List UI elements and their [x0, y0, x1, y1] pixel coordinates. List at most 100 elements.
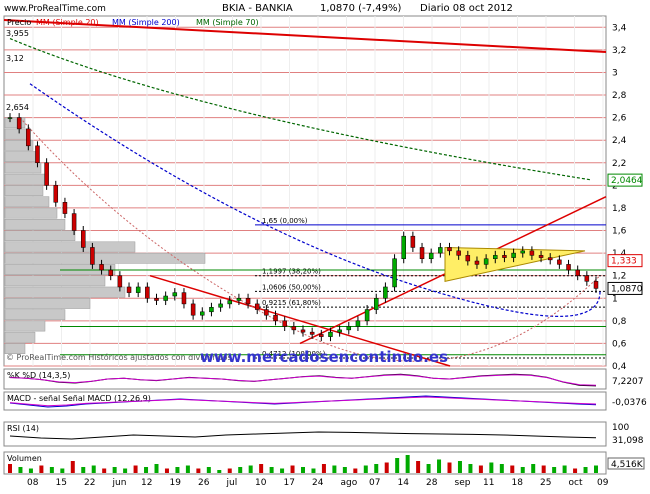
candle-body — [62, 202, 68, 214]
volume-bar — [489, 462, 494, 473]
volume-profile-bar — [4, 230, 76, 242]
volume-bar — [395, 458, 400, 473]
ticker-period: Diario 08 oct 2012 — [420, 3, 513, 14]
candle-body — [557, 259, 562, 265]
candle-body — [456, 250, 461, 256]
price-tag-label: 1,333 — [611, 257, 637, 267]
chart-screenshot: 1,65 (0,00%) 1,1997 (38,20%) 1,0606 (50,00… — [0, 0, 650, 490]
candle-body — [35, 145, 40, 164]
y-tick-label: 2,8 — [612, 91, 627, 101]
candle-body — [447, 247, 452, 252]
candle-body — [16, 117, 22, 130]
fib-label: 1,0606 (50,00%) — [262, 283, 321, 291]
ticker-price: 1,0870 (-7,49%) — [320, 3, 401, 14]
volume-bar — [562, 465, 567, 473]
candle-body — [254, 303, 260, 310]
candle-body — [346, 326, 352, 331]
volume-profile-bar — [4, 207, 58, 219]
volume-bar — [8, 464, 12, 473]
y-tick-label: 1,6 — [612, 227, 627, 237]
volume-value: 4,516K — [611, 460, 644, 470]
x-tick-label: 28 — [426, 478, 438, 488]
x-tick-label: 17 — [284, 478, 295, 488]
candle-body — [374, 298, 379, 310]
candle-body — [53, 185, 59, 203]
candle-body — [538, 255, 544, 258]
x-tick-label: 22 — [84, 478, 95, 488]
volume-bar — [447, 462, 452, 473]
price-panel — [3, 15, 607, 367]
candle-body — [7, 117, 13, 119]
ticker-title: BKIA - BANKIA — [222, 3, 293, 14]
y-tick-label: 3 — [612, 68, 618, 78]
candle-body — [493, 255, 498, 259]
price-tag-label: 1,0870 — [611, 284, 643, 294]
y-tick-label: 2,6 — [612, 114, 627, 124]
volume-profile-bar — [4, 151, 40, 163]
x-tick-label: 07 — [369, 478, 380, 488]
volume-profile-bar — [4, 117, 26, 129]
candle-body — [26, 128, 31, 147]
volume-profile-bar — [4, 241, 136, 253]
volume-bar — [374, 464, 379, 473]
candle-body — [218, 303, 223, 308]
y-tick-label: 2,4 — [612, 136, 627, 146]
price-tag-label: 2,0464 — [611, 176, 643, 186]
candle-body — [319, 334, 324, 337]
volume-profile-bar — [4, 286, 126, 298]
x-tick-label: 11 — [483, 478, 494, 488]
candle-body — [145, 286, 150, 299]
volume-bar — [39, 465, 44, 473]
volume-bar — [112, 467, 117, 473]
volume-bar — [185, 465, 190, 473]
x-tick-label: sep — [455, 478, 471, 488]
candle-body — [108, 269, 113, 276]
candle-body — [337, 329, 342, 333]
volume-bar — [342, 467, 347, 473]
candle-body — [291, 326, 297, 331]
volume-profile-bar — [4, 185, 44, 196]
volume-bar — [133, 465, 138, 473]
volume-profile-bar — [4, 162, 42, 174]
volume-bar — [196, 468, 201, 473]
legend-mm20: MM (Simple 20) — [36, 18, 99, 27]
candle-body — [438, 247, 443, 254]
volume-bar — [384, 462, 389, 473]
candle-body — [126, 286, 132, 293]
candle-body — [474, 260, 480, 265]
x-tick-label: 25 — [540, 478, 551, 488]
annotation-level-2654: 2,654 — [6, 103, 29, 112]
volume-profile-bar — [4, 320, 46, 332]
volume-bar — [321, 464, 326, 473]
x-tick-label: jul — [226, 478, 238, 488]
x-tick-label: 26 — [198, 478, 210, 488]
candle-body — [44, 162, 49, 186]
volume-bar — [510, 465, 515, 473]
volume-bar — [217, 470, 222, 473]
x-tick-label: jun — [112, 478, 127, 488]
annotation-high: 3,955 — [6, 29, 29, 38]
volume-bar — [81, 467, 86, 473]
volume-bar — [259, 464, 264, 473]
candle-body — [300, 329, 306, 333]
candle-body — [99, 264, 104, 271]
candle-body — [566, 264, 571, 271]
x-tick-label: 12 — [141, 478, 152, 488]
volume-profile-bar — [4, 196, 50, 208]
y-tick-label: 0,6 — [612, 339, 627, 349]
volume-bar — [468, 464, 473, 473]
candle-body — [383, 286, 388, 299]
volume-bar — [416, 461, 421, 473]
candle-body — [593, 281, 599, 289]
candle-body — [392, 258, 397, 288]
volume-bar — [70, 461, 75, 473]
volume-bar — [280, 468, 285, 473]
volume-bar — [175, 467, 180, 473]
candle-body — [190, 303, 196, 316]
volume-profile-bar — [4, 218, 66, 230]
legend-mm70: MM (Simple 70) — [196, 18, 259, 27]
volume-bar — [405, 455, 410, 473]
fib-label: 1,1997 (38,20%) — [262, 268, 321, 276]
fib-label: 0,9215 (61,80%) — [262, 299, 321, 307]
candle-body — [529, 250, 535, 256]
